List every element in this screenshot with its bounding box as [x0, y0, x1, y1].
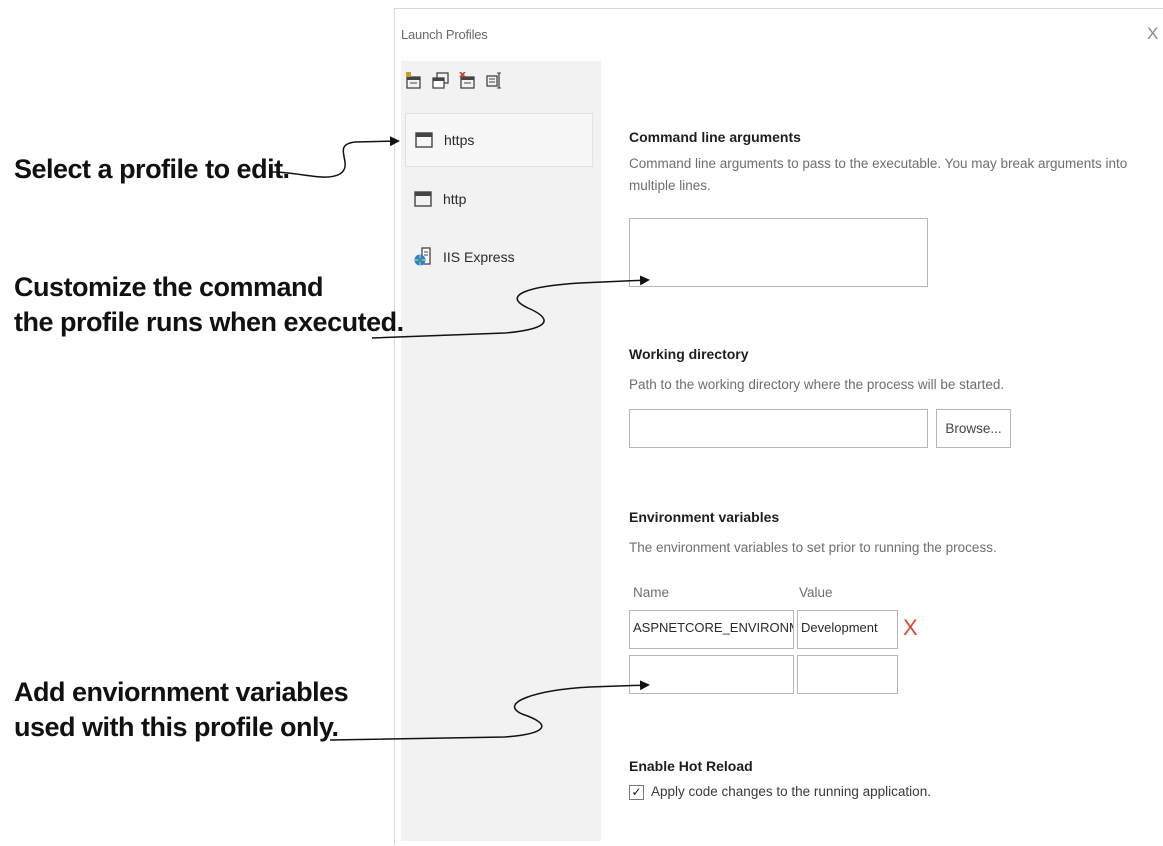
arrow-to-command-line [371, 275, 650, 339]
annotation-arrows [271, 136, 650, 741]
arrow-to-profile-list [271, 136, 400, 178]
arrow-to-env-variables [329, 680, 650, 741]
